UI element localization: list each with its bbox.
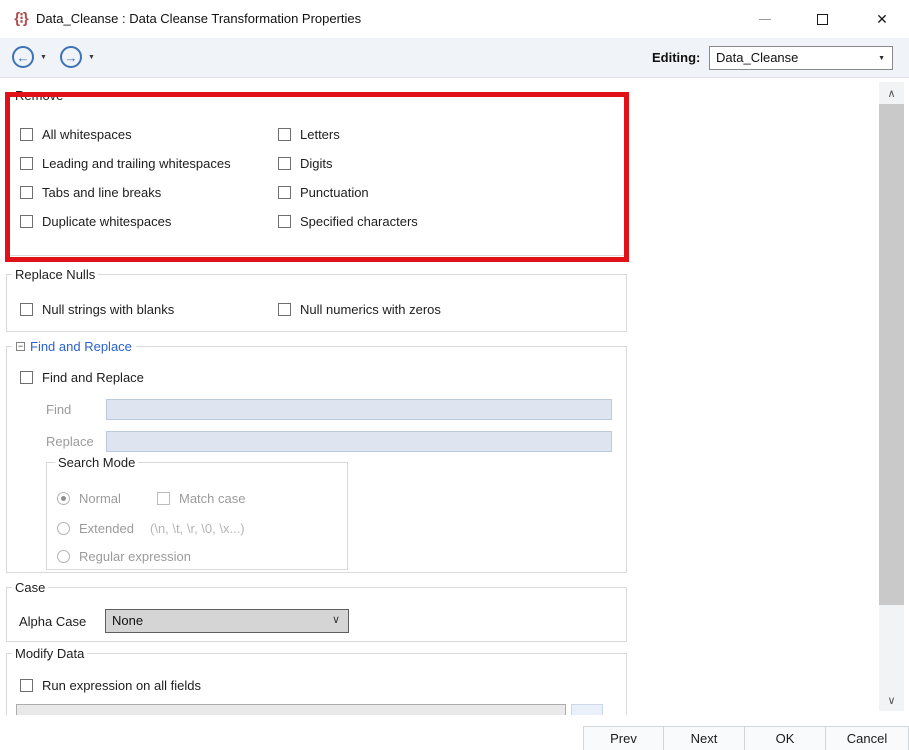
checkbox-label: Specified characters	[300, 213, 418, 230]
expression-browse-button	[571, 704, 603, 715]
prev-button[interactable]: Prev	[583, 726, 664, 750]
back-icon: ←	[17, 50, 30, 65]
checkbox-label: Letters	[300, 126, 340, 143]
remove-group-title: Remove	[12, 87, 66, 104]
checkbox-label: All whitespaces	[42, 126, 132, 143]
editing-label: Editing:	[652, 38, 700, 78]
alpha-case-label: Alpha Case	[19, 613, 86, 630]
checkbox-label: Punctuation	[300, 184, 369, 201]
title-bar: {⁝} Data_Cleanse : Data Cleanse Transfor…	[0, 0, 909, 38]
minimize-icon	[759, 19, 771, 20]
ok-button[interactable]: OK	[744, 726, 826, 750]
back-dropdown-caret-icon[interactable]: ▼	[40, 54, 47, 61]
properties-panel: Remove All whitespaces Leading and trail…	[0, 78, 909, 715]
checkbox-null-numerics-zeros[interactable]	[278, 303, 291, 316]
radio-label: Regular expression	[79, 548, 191, 565]
next-button[interactable]: Next	[663, 726, 745, 750]
radio-regular-expression	[57, 550, 70, 563]
radio-extended	[57, 522, 70, 535]
find-label: Find	[46, 401, 71, 418]
checkbox-run-expression-all-fields[interactable]	[20, 679, 33, 692]
checkbox-match-case	[157, 492, 170, 505]
radio-label: Extended	[79, 520, 134, 537]
checkbox-label: Leading and trailing whitespaces	[42, 155, 231, 172]
scroll-down-icon: ∨	[887, 694, 895, 707]
replace-label: Replace	[46, 433, 94, 450]
checkbox-digits[interactable]	[278, 157, 291, 170]
checkbox-label: Digits	[300, 155, 333, 172]
checkbox-tabs-line-breaks[interactable]	[20, 186, 33, 199]
checkbox-label: Tabs and line breaks	[42, 184, 161, 201]
search-mode-group: Search Mode Normal Match case Extended (…	[46, 462, 348, 570]
scroll-up-icon: ∧	[887, 87, 895, 100]
checkbox-label: Find and Replace	[42, 369, 144, 386]
checkbox-specified-characters[interactable]	[278, 215, 291, 228]
maximize-icon	[817, 14, 828, 25]
scroll-down-button[interactable]: ∨	[879, 689, 904, 711]
close-button[interactable]: ✕	[859, 0, 905, 38]
alpha-case-dropdown[interactable]: None ∨	[105, 609, 349, 633]
expression-input	[16, 704, 566, 715]
checkbox-letters[interactable]	[278, 128, 291, 141]
checkbox-label: Run expression on all fields	[42, 677, 201, 694]
app-icon: {⁝}	[10, 8, 32, 30]
checkbox-label: Null numerics with zeros	[300, 301, 441, 318]
search-mode-group-title: Search Mode	[55, 454, 138, 471]
replace-nulls-group: Replace Nulls Null strings with blanks N…	[6, 274, 627, 332]
checkbox-all-whitespaces[interactable]	[20, 128, 33, 141]
checkbox-punctuation[interactable]	[278, 186, 291, 199]
vertical-scrollbar[interactable]: ∧ ∨	[879, 82, 904, 711]
window-title: Data_Cleanse : Data Cleanse Transformati…	[36, 0, 361, 38]
cancel-button[interactable]: Cancel	[825, 726, 909, 750]
maximize-button[interactable]	[799, 0, 845, 38]
find-replace-group-title: Find and Replace	[30, 338, 132, 355]
checkbox-null-strings-blanks[interactable]	[20, 303, 33, 316]
checkbox-find-and-replace[interactable]	[20, 371, 33, 384]
editing-dropdown[interactable]: Data_Cleanse ▼	[709, 46, 893, 70]
checkbox-duplicate-whitespaces[interactable]	[20, 215, 33, 228]
checkbox-label: Match case	[179, 490, 245, 507]
case-group: Case Alpha Case None ∨	[6, 587, 627, 642]
dialog-window: {⁝} Data_Cleanse : Data Cleanse Transfor…	[0, 0, 909, 750]
caret-down-icon: ▼	[878, 55, 885, 62]
checkbox-label: Null strings with blanks	[42, 301, 174, 318]
toolbar: ← ▼ → ▼ Editing: Data_Cleanse ▼	[0, 38, 909, 78]
alpha-case-value: None	[112, 610, 143, 632]
modify-data-group-title: Modify Data	[12, 645, 87, 662]
checkbox-leading-trailing-whitespaces[interactable]	[20, 157, 33, 170]
replace-nulls-group-title: Replace Nulls	[12, 266, 98, 283]
radio-label: Normal	[79, 490, 121, 507]
editing-dropdown-value: Data_Cleanse	[716, 47, 798, 69]
extended-hint: (\n, \t, \r, \0, \x...)	[150, 520, 245, 537]
find-replace-group: − Find and Replace Find and Replace Find…	[6, 346, 627, 573]
back-button[interactable]: ←	[12, 46, 34, 68]
replace-input	[106, 431, 612, 452]
case-group-title: Case	[12, 579, 48, 596]
find-input	[106, 399, 612, 420]
collapse-icon[interactable]: −	[16, 342, 25, 351]
scrollbar-thumb[interactable]	[879, 104, 904, 605]
minimize-button[interactable]	[742, 0, 788, 38]
forward-button[interactable]: →	[60, 46, 82, 68]
footer: Prev Next OK Cancel	[0, 715, 909, 750]
modify-data-group: Modify Data Run expression on all fields	[6, 653, 627, 715]
radio-normal	[57, 492, 70, 505]
remove-group: Remove All whitespaces Leading and trail…	[6, 95, 627, 256]
forward-dropdown-caret-icon[interactable]: ▼	[88, 54, 95, 61]
chevron-down-icon: ∨	[332, 613, 340, 626]
checkbox-label: Duplicate whitespaces	[42, 213, 171, 230]
find-replace-header: − Find and Replace	[12, 338, 136, 355]
scroll-up-button[interactable]: ∧	[879, 82, 904, 104]
forward-icon: →	[65, 50, 78, 65]
